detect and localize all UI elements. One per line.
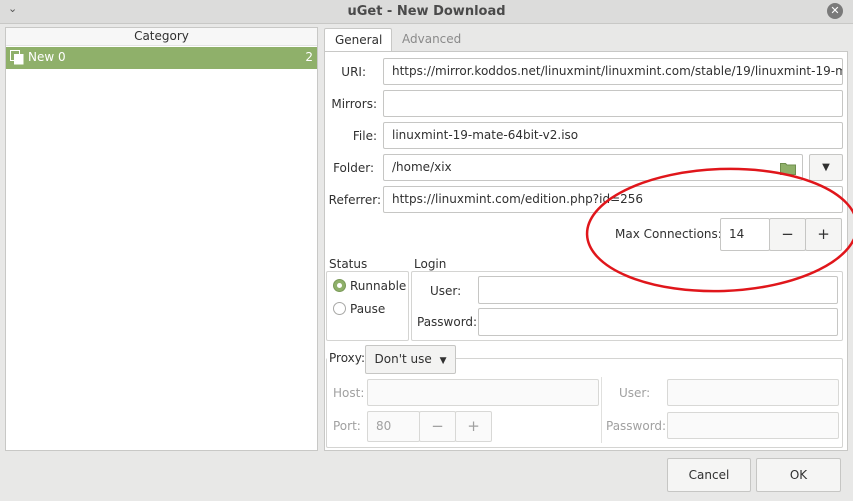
uri-input[interactable]: https://mirror.koddos.net/linuxmint/linu… xyxy=(383,58,843,85)
proxy-password-label: Password: xyxy=(606,419,667,433)
category-panel: Category New 0 2 xyxy=(5,27,318,451)
login-user-input[interactable] xyxy=(478,276,838,304)
category-header: Category xyxy=(6,28,317,46)
proxy-user-label: User: xyxy=(619,386,651,400)
folder-icon[interactable] xyxy=(780,161,796,175)
status-pause-radio[interactable] xyxy=(333,302,346,315)
folder-dropdown-button[interactable]: ▼ xyxy=(809,154,843,181)
status-runnable-label[interactable]: Runnable xyxy=(350,279,406,293)
tab-advanced[interactable]: Advanced xyxy=(392,28,468,52)
general-panel: URI: https://mirror.koddos.net/linuxmint… xyxy=(324,51,848,451)
login-password-input[interactable] xyxy=(478,308,838,336)
file-label: File: xyxy=(352,129,377,143)
proxy-type-value: Don't use xyxy=(374,352,432,366)
max-connections-increment-button[interactable]: + xyxy=(805,218,842,251)
folder-label: Folder: xyxy=(333,161,374,175)
proxy-port-label: Port: xyxy=(333,419,361,433)
ok-button[interactable]: OK xyxy=(756,458,841,492)
proxy-host-input[interactable] xyxy=(367,379,599,406)
login-user-label: User: xyxy=(430,284,462,298)
title-bar: ⌄ uGet - New Download ✕ xyxy=(0,0,853,24)
max-connections-input[interactable]: 14 xyxy=(720,218,770,251)
close-icon[interactable]: ✕ xyxy=(827,3,843,19)
category-item-count: 2 xyxy=(305,50,313,64)
category-item[interactable]: New 0 2 xyxy=(6,47,317,69)
max-connections-decrement-button[interactable]: − xyxy=(769,218,806,251)
referrer-input[interactable]: https://linuxmint.com/edition.php?id=256 xyxy=(383,186,843,213)
referrer-label: Referrer: xyxy=(328,193,381,207)
caret-down-icon: ▼ xyxy=(439,356,447,366)
mirrors-input[interactable] xyxy=(383,90,843,117)
proxy-user-input[interactable] xyxy=(667,379,839,406)
proxy-port-input[interactable]: 80 xyxy=(367,411,420,442)
file-input[interactable]: linuxmint-19-mate-64bit-v2.iso xyxy=(383,122,843,149)
login-frame-label: Login xyxy=(412,257,449,271)
mirrors-label: Mirrors: xyxy=(331,97,377,111)
login-password-label: Password: xyxy=(417,315,478,329)
window-title: uGet - New Download xyxy=(347,4,506,19)
status-pause-label[interactable]: Pause xyxy=(350,302,385,316)
proxy-password-input[interactable] xyxy=(667,412,839,439)
category-item-label: New 0 xyxy=(28,50,66,64)
uri-label: URI: xyxy=(341,65,366,79)
proxy-host-label: Host: xyxy=(333,386,365,400)
folder-input[interactable]: /home/xix xyxy=(383,154,803,181)
proxy-divider xyxy=(601,377,602,443)
tab-general[interactable]: General xyxy=(324,28,392,52)
proxy-label: Proxy: xyxy=(327,351,368,365)
proxy-port-increment-button[interactable]: + xyxy=(455,411,492,442)
max-connections-label: Max Connections: xyxy=(615,227,722,241)
copy-icon xyxy=(10,50,24,65)
status-frame-label: Status xyxy=(327,257,370,271)
proxy-port-decrement-button[interactable]: − xyxy=(419,411,456,442)
proxy-type-dropdown[interactable]: Don't use ▼ xyxy=(365,345,456,374)
cancel-button[interactable]: Cancel xyxy=(667,458,751,492)
status-runnable-radio[interactable] xyxy=(333,279,346,292)
